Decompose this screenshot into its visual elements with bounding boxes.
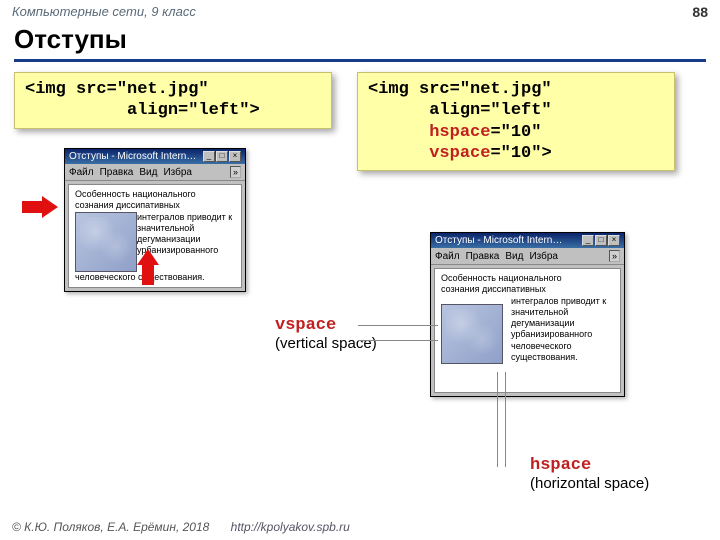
chevron-icon: » <box>609 250 620 262</box>
page-number: 88 <box>692 4 708 20</box>
vspace-desc: (vertical space) <box>275 335 377 352</box>
maximize-icon: □ <box>216 151 228 162</box>
guide-line <box>358 340 438 341</box>
guide-line <box>358 325 438 326</box>
guide-line <box>497 372 498 467</box>
close-icon: × <box>229 151 241 162</box>
window-title: Отступы - Microsoft Intern… <box>69 151 196 162</box>
sample-text-wrap: интегралов приводит к значительной дегум… <box>511 296 606 362</box>
hspace-label: hspace (horizontal space) <box>530 457 649 492</box>
page-body-right: Особенность национального сознания дисси… <box>434 268 621 393</box>
arrow-up-icon <box>137 249 159 285</box>
browser-mock-right: Отступы - Microsoft Intern… _ □ × Файл П… <box>430 232 625 397</box>
content-area: <img src="net.jpg" align="left"> <img sr… <box>0 72 720 502</box>
footer: © К.Ю. Поляков, Е.А. Ерёмин, 2018 http:/… <box>12 520 350 534</box>
title-rule <box>14 59 706 62</box>
menu-bar: Файл Правка Вид Избра » <box>65 164 245 181</box>
titlebar: Отступы - Microsoft Intern… _ □ × <box>431 233 624 248</box>
menu-fav: Избра <box>529 251 558 262</box>
hspace-desc: (horizontal space) <box>530 475 649 492</box>
guide-line <box>505 372 506 467</box>
chevron-icon: » <box>230 166 241 178</box>
menu-file: Файл <box>69 167 94 178</box>
menu-bar: Файл Правка Вид Избра » <box>431 248 624 265</box>
slide-title: Отступы <box>0 22 720 59</box>
close-icon: × <box>608 235 620 246</box>
copyright: © К.Ю. Поляков, Е.А. Ерёмин, 2018 <box>12 520 209 534</box>
sample-text-pre: Особенность национального сознания дисси… <box>75 189 235 212</box>
menu-edit: Правка <box>100 167 134 178</box>
vspace-label: vspace (vertical space) <box>275 317 377 352</box>
menu-edit: Правка <box>466 251 500 262</box>
vspace-keyword: vspace <box>275 316 336 335</box>
menu-file: Файл <box>435 251 460 262</box>
menu-fav: Избра <box>163 167 192 178</box>
minimize-icon: _ <box>203 151 215 162</box>
code-example-right: <img src="net.jpg" align="left" hspace="… <box>357 72 675 171</box>
sample-text-pre: Особенность национального сознания дисси… <box>441 273 614 296</box>
footer-url: http://kpolyakov.spb.ru <box>231 520 350 534</box>
titlebar: Отступы - Microsoft Intern… _ □ × <box>65 149 245 164</box>
code-example-left: <img src="net.jpg" align="left"> <box>14 72 332 129</box>
sample-image-left <box>75 212 137 272</box>
maximize-icon: □ <box>595 235 607 246</box>
slide-header: Компьютерные сети, 9 класс 88 <box>0 0 720 22</box>
minimize-icon: _ <box>582 235 594 246</box>
sample-image-right <box>441 304 503 364</box>
menu-view: Вид <box>505 251 523 262</box>
hspace-keyword: hspace <box>530 456 591 475</box>
window-title: Отступы - Microsoft Intern… <box>435 235 562 246</box>
course-name: Компьютерные сети, 9 класс <box>12 4 196 20</box>
arrow-right-icon <box>22 196 58 218</box>
menu-view: Вид <box>139 167 157 178</box>
